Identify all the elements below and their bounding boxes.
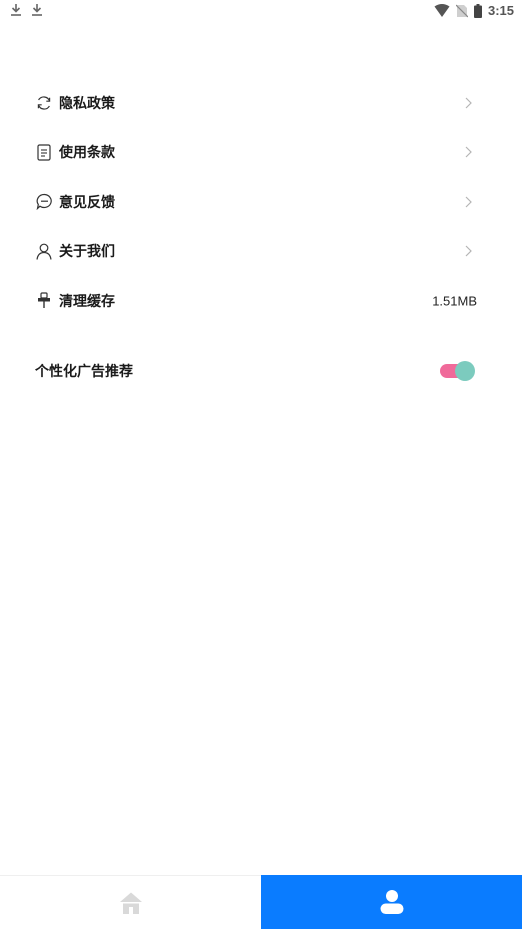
tab-home[interactable] [0,876,261,929]
settings-menu: 隐私政策 使用条款 意见反馈 关于我们 清理缓存 1.51MB [0,78,522,326]
download-icon [11,4,21,16]
refresh-circle-icon [35,94,53,112]
chevron-right-icon [465,146,472,158]
menu-item-about-us[interactable]: 关于我们 [0,227,522,277]
no-sim-icon [455,4,468,17]
battery-icon [473,3,482,18]
menu-label: 关于我们 [59,244,115,261]
status-bar: 3:15 [0,0,522,24]
personalized-ads-toggle[interactable] [440,361,476,381]
wifi-icon [434,3,450,17]
chevron-right-icon [465,196,472,208]
chevron-right-icon [465,97,472,109]
toggle-knob [455,361,475,381]
chat-bubble-icon [35,193,53,211]
menu-label: 清理缓存 [59,293,115,310]
document-icon [35,143,53,161]
menu-item-privacy-policy[interactable]: 隐私政策 [0,78,522,128]
menu-label: 使用条款 [59,145,115,162]
menu-item-feedback[interactable]: 意见反馈 [0,177,522,227]
status-time: 3:15 [487,3,514,18]
menu-item-terms-of-use[interactable]: 使用条款 [0,128,522,178]
cache-size-value: 1.51MB [432,293,477,309]
personalized-ads-label: 个性化广告推荐 [35,364,133,380]
bottom-nav [0,875,522,929]
personalized-ads-row: 个性化广告推荐 [0,348,522,394]
person-outline-icon [35,242,53,260]
download-icon [32,4,42,16]
tab-mine[interactable] [261,875,522,929]
menu-item-clear-cache[interactable]: 清理缓存 1.51MB [0,276,522,326]
status-left [10,3,43,17]
home-icon [119,892,142,914]
chevron-right-icon [465,245,472,257]
broom-icon [35,292,53,310]
status-right: 3:15 [434,3,514,18]
user-icon [380,890,403,914]
menu-label: 隐私政策 [59,95,115,112]
menu-label: 意见反馈 [59,194,115,211]
